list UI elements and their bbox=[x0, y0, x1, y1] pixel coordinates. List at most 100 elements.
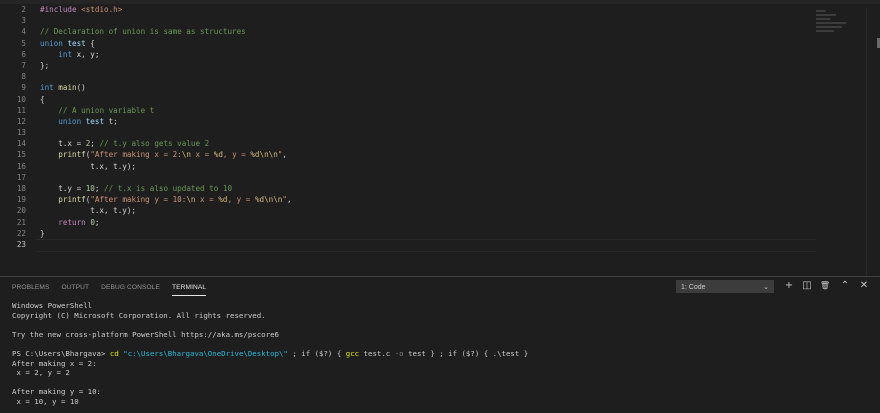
code-token: t.y = bbox=[40, 184, 86, 193]
code-line[interactable]: printf("After making x = 2:\n x = %d, y … bbox=[40, 149, 810, 160]
code-token: }; bbox=[40, 60, 50, 70]
code-line[interactable]: t.x = 2; // t.y also gets value 2 bbox=[40, 138, 810, 149]
code-area[interactable]: #include <stdio.h> // Declaration of unio… bbox=[40, 4, 810, 250]
code-token: t.x, t.y); bbox=[40, 206, 137, 216]
code-token: , y = bbox=[222, 150, 251, 160]
code-token: ; bbox=[94, 217, 100, 227]
tab-terminal[interactable]: TERMINAL bbox=[172, 282, 207, 296]
add-terminal-icon[interactable]: + bbox=[782, 279, 796, 293]
minimap[interactable] bbox=[816, 8, 866, 48]
code-token: union bbox=[58, 116, 82, 126]
code-token: , y = bbox=[227, 195, 255, 205]
code-token: t; bbox=[104, 116, 118, 126]
tab-debug-console[interactable]: DEBUG CONSOLE bbox=[101, 282, 160, 296]
code-token: union bbox=[40, 38, 63, 48]
code-token: %d\n\n bbox=[254, 195, 283, 205]
line-number: 7 bbox=[21, 60, 26, 70]
code-token: ; bbox=[94, 184, 105, 193]
code-line[interactable] bbox=[40, 239, 810, 250]
code-token: #include bbox=[40, 5, 82, 14]
code-line[interactable] bbox=[40, 71, 810, 82]
code-token: %d bbox=[218, 195, 228, 205]
code-token: // t.y also gets value 2 bbox=[99, 139, 210, 149]
code-token: "After making x = 2: bbox=[90, 150, 182, 160]
code-token: } bbox=[40, 228, 45, 238]
code-line[interactable]: // Declaration of union is same as struc… bbox=[40, 26, 810, 37]
code-line[interactable]: { bbox=[40, 94, 810, 105]
line-number: 13 bbox=[16, 128, 26, 138]
split-terminal-icon[interactable]: ◫ bbox=[800, 279, 814, 293]
code-editor[interactable]: 2 3 4 5 6 7 8 9 10 11 12 13 14 15 16 17 18 19 20 21 22 23 #in… bbox=[0, 4, 880, 276]
code-line[interactable]: #include <stdio.h> bbox=[40, 4, 810, 15]
terminal-selector-dropdown[interactable]: 1: Code ⌄ bbox=[676, 280, 774, 293]
code-token: x, y; bbox=[72, 49, 100, 59]
terminal-text: "c:\Users\Bhargava\OneDrive\Desktop\" bbox=[123, 348, 288, 358]
editor-vertical-scrollbar[interactable] bbox=[866, 8, 880, 276]
terminal-text: Windows PowerShell bbox=[12, 301, 93, 310]
bottom-panel: PROBLEMS OUTPUT DEBUG CONSOLE TERMINAL 1: C… bbox=[0, 276, 880, 413]
line-number: 10 bbox=[16, 94, 26, 104]
close-panel-icon[interactable]: ✕ bbox=[857, 279, 871, 293]
line-number: 19 bbox=[16, 195, 26, 205]
line-number: 4 bbox=[21, 27, 26, 37]
terminal-line: x = 10, y = 10 bbox=[12, 397, 872, 407]
code-token: () bbox=[76, 83, 86, 93]
terminal-text: gcc bbox=[345, 348, 360, 358]
code-line[interactable] bbox=[40, 172, 810, 183]
code-line[interactable]: }; bbox=[40, 60, 810, 71]
terminal-text: x = 10, y = 10 bbox=[12, 396, 79, 406]
line-number: 22 bbox=[16, 228, 26, 238]
line-number: 9 bbox=[21, 83, 26, 93]
line-number: 21 bbox=[16, 217, 26, 227]
code-token: printf bbox=[58, 150, 86, 160]
terminal-text: ; if ($?) { bbox=[287, 348, 346, 358]
code-line[interactable]: t.x, t.y); bbox=[40, 205, 810, 216]
code-token: test bbox=[67, 38, 86, 48]
terminal-line: Windows PowerShell bbox=[12, 301, 872, 311]
line-number: 16 bbox=[16, 161, 26, 171]
terminal-output[interactable]: Windows PowerShell Copyright (C) Microsof… bbox=[12, 301, 872, 407]
trash-icon[interactable]: 🗑 bbox=[818, 279, 832, 293]
terminal-line: PS C:\Users\Bhargava> cd "c:\Users\Bharg… bbox=[12, 349, 872, 359]
code-line[interactable]: union test t; bbox=[40, 116, 810, 127]
code-line[interactable]: printf("After making y = 10:\n x = %d, y… bbox=[40, 194, 810, 205]
line-number: 3 bbox=[21, 16, 26, 26]
terminal-line: Copyright (C) Microsoft Corporation. All… bbox=[12, 311, 872, 321]
code-line[interactable]: int main() bbox=[40, 82, 810, 93]
code-line[interactable] bbox=[40, 15, 810, 26]
code-line[interactable] bbox=[40, 127, 810, 138]
code-token: // t.x is also updated to 10 bbox=[104, 184, 233, 193]
maximize-panel-icon[interactable]: ⌃ bbox=[838, 279, 852, 293]
line-number: 5 bbox=[21, 38, 26, 48]
terminal-text: test.c bbox=[359, 348, 395, 358]
code-line[interactable]: union test { bbox=[40, 38, 810, 49]
tab-problems[interactable]: PROBLEMS bbox=[12, 282, 49, 296]
terminal-text: After making y = 10: bbox=[12, 387, 101, 397]
terminal-text: test } ; if ($?) { .\test } bbox=[403, 348, 529, 358]
tab-output[interactable]: OUTPUT bbox=[61, 282, 89, 296]
terminal-text: cd bbox=[109, 348, 119, 358]
code-token: t.x = bbox=[40, 139, 86, 149]
code-line[interactable]: return 0; bbox=[40, 217, 810, 228]
line-number: 23 bbox=[16, 239, 26, 249]
line-number: 15 bbox=[16, 150, 26, 160]
code-token: return bbox=[58, 217, 86, 227]
code-token: %d\n\n bbox=[250, 150, 278, 160]
code-line[interactable]: // A union variable t bbox=[40, 105, 810, 116]
code-line[interactable]: t.y = 10; // t.x is also updated to 10 bbox=[40, 183, 810, 194]
terminal-text: Try the new cross-platform PowerShell ht… bbox=[12, 329, 279, 339]
line-number: 20 bbox=[16, 206, 26, 216]
line-number-gutter: 2 3 4 5 6 7 8 9 10 11 12 13 14 15 16 17 18 19 20 21 22 23 bbox=[0, 4, 32, 250]
code-line[interactable]: int x, y; bbox=[40, 49, 810, 60]
code-line[interactable]: } bbox=[40, 228, 810, 239]
terminal-selector-value: 1: Code bbox=[681, 284, 706, 291]
chevron-down-icon: ⌄ bbox=[763, 284, 769, 291]
code-line[interactable]: t.x, t.y); bbox=[40, 161, 810, 172]
line-number: 11 bbox=[16, 105, 26, 115]
